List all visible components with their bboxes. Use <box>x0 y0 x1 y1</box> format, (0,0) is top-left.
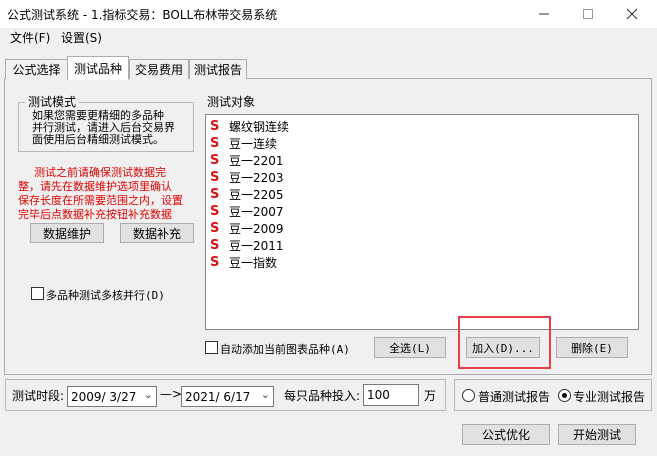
stock-s-icon: S <box>210 187 220 202</box>
list-item-label: 豆一2201 <box>229 154 284 168</box>
warning-line: 保存长度在所需要范围之内，设置 <box>18 194 183 207</box>
close-button[interactable] <box>610 0 654 28</box>
list-item-label: 豆一2203 <box>229 171 284 185</box>
list-item-label: 螺纹钢连续 <box>229 120 290 134</box>
normal-report-label: 普通测试报告 <box>478 390 551 404</box>
pro-report-label: 专业测试报告 <box>573 390 646 404</box>
minimize-button[interactable] <box>522 0 566 28</box>
list-item-label: 豆一2007 <box>229 205 284 219</box>
data-maintain-button[interactable]: 数据维护 <box>30 223 104 243</box>
data-supplement-button[interactable]: 数据补充 <box>120 223 194 243</box>
start-date-value: 2009/ 3/27 <box>71 390 137 404</box>
list-item-label: 豆一2205 <box>229 188 284 202</box>
list-item-label: 豆一指数 <box>229 256 278 270</box>
chevron-down-icon[interactable]: ⌄ <box>144 388 153 401</box>
list-item[interactable]: S 豆一2201 <box>206 152 638 169</box>
test-objects-title: 测试对象 <box>204 95 259 109</box>
start-date-picker[interactable]: 2009/ 3/27 ⌄ <box>67 386 157 407</box>
minimize-icon <box>539 13 549 15</box>
test-objects-list[interactable]: S 螺纹钢连续 S 豆一连续 S 豆一2201 S 豆一2203 S 豆一2205 S 豆一… <box>205 114 639 330</box>
list-item[interactable]: S 螺纹钢连续 <box>206 118 638 135</box>
auto-add-checkbox[interactable] <box>205 341 218 354</box>
data-warning-text: 测试之前请确保测试数据完 整，请先在数据维护选项里确认 保存长度在所需要范围之内… <box>18 166 202 222</box>
warning-line: 整，请先在数据维护选项里确认 <box>18 180 172 193</box>
normal-report-radio[interactable] <box>462 389 475 402</box>
highlight-box <box>458 316 551 369</box>
stock-s-icon: S <box>210 238 220 253</box>
stock-s-icon: S <box>210 136 220 151</box>
radio-selected-dot <box>562 393 567 398</box>
list-item[interactable]: S 豆一2203 <box>206 169 638 186</box>
tab-trade-fees[interactable]: 交易费用 <box>129 59 189 79</box>
window-title: 公式测试系统 - 1.指标交易：BOLL布林带交易系统 <box>7 8 278 22</box>
list-item-label: 豆一连续 <box>229 137 278 151</box>
end-date-value: 2021/ 6/17 <box>185 390 251 404</box>
period-label: 测试时段: <box>12 389 65 403</box>
warning-line: 测试之前请确保测试数据完 <box>34 166 166 179</box>
test-mode-desc-line: 面使用后台精细测试模式。 <box>32 133 164 146</box>
stock-s-icon: S <box>210 204 220 219</box>
list-item[interactable]: S 豆一指数 <box>206 254 638 271</box>
menu-settings[interactable]: 设置(S) <box>61 29 102 46</box>
invest-unit: 万 <box>424 389 437 403</box>
stock-s-icon: S <box>210 170 220 185</box>
invest-input[interactable]: 100 <box>363 384 419 406</box>
date-range-arrow: —> <box>160 387 183 401</box>
list-item[interactable]: S 豆一2011 <box>206 237 638 254</box>
stock-s-icon: S <box>210 221 220 236</box>
list-item-label: 豆一2011 <box>229 239 284 253</box>
maximize-icon <box>583 9 593 19</box>
menu-file[interactable]: 文件(F) <box>10 29 50 46</box>
tab-test-report[interactable]: 测试报告 <box>189 59 247 79</box>
end-date-picker[interactable]: 2021/ 6/17 ⌄ <box>181 386 274 407</box>
start-test-button[interactable]: 开始测试 <box>558 424 636 445</box>
auto-add-label: 自动添加当前图表品种(A) <box>220 343 350 356</box>
select-all-button[interactable]: 全选(L) <box>374 337 446 358</box>
test-mode-title: 测试模式 <box>25 95 80 109</box>
list-item[interactable]: S 豆一连续 <box>206 135 638 152</box>
stock-s-icon: S <box>210 119 220 134</box>
formula-optimize-button[interactable]: 公式优化 <box>462 424 550 445</box>
invest-value: 100 <box>367 388 390 402</box>
list-item[interactable]: S 豆一2009 <box>206 220 638 237</box>
invest-label: 每只品种投入: <box>284 389 361 403</box>
delete-button[interactable]: 删除(E) <box>556 337 628 358</box>
tab-formula-select[interactable]: 公式选择 <box>5 59 68 79</box>
list-item-label: 豆一2009 <box>229 222 284 236</box>
pro-report-radio[interactable] <box>558 389 571 402</box>
close-icon <box>626 8 638 20</box>
maximize-button[interactable] <box>566 0 610 28</box>
test-mode-description: 如果您需要更精细的多品种 并行测试，请进入后台交易界 面使用后台精细测试模式。 <box>32 110 192 146</box>
list-item[interactable]: S 豆一2205 <box>206 186 638 203</box>
chevron-down-icon[interactable]: ⌄ <box>261 388 270 401</box>
tab-test-instruments[interactable]: 测试品种 <box>67 56 129 80</box>
multicore-checkbox[interactable] <box>31 287 44 300</box>
list-item[interactable]: S 豆一2007 <box>206 203 638 220</box>
stock-s-icon: S <box>210 153 220 168</box>
warning-line: 完毕后点数据补充按钮补充数据 <box>18 208 172 221</box>
stock-s-icon: S <box>210 255 220 270</box>
multicore-label: 多品种测试多核并行(D) <box>46 289 165 302</box>
